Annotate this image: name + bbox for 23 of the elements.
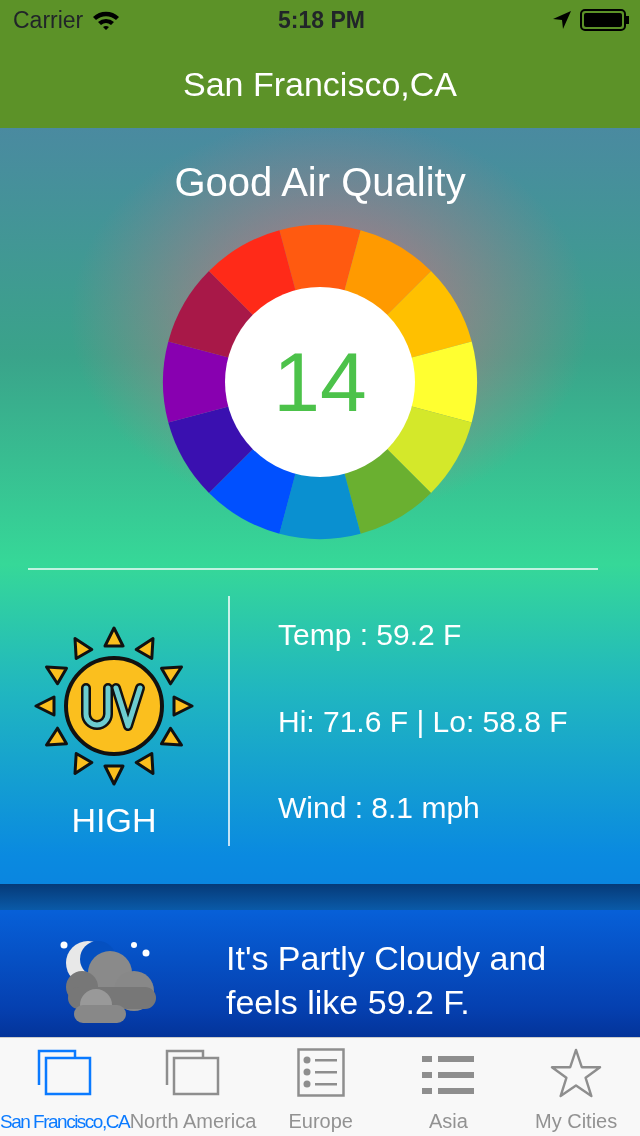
status-time: 5:18 PM bbox=[277, 5, 366, 35]
tab-item[interactable]: North America bbox=[129, 1038, 257, 1136]
nav-title: San Francisco,CA bbox=[183, 63, 457, 105]
tab-item[interactable]: Europe bbox=[256, 1038, 385, 1136]
weather-summary: It's Partly Cloudy and feels like 59.2 F. bbox=[226, 938, 548, 1023]
location-arrow-icon bbox=[552, 10, 572, 30]
air-quality-value: 14 bbox=[273, 340, 367, 424]
air-quality-title: Good Air Quality bbox=[174, 160, 466, 204]
weather-reading: Wind : 8.1 mph bbox=[277, 790, 481, 826]
windows-icon bbox=[165, 1048, 221, 1098]
uv-level-label: HIGH bbox=[71, 800, 157, 841]
battery-icon bbox=[580, 9, 630, 31]
uv-sun-icon bbox=[34, 626, 194, 786]
tab-item[interactable]: My Cities bbox=[512, 1038, 640, 1136]
checklist-icon bbox=[296, 1048, 345, 1098]
tab-item[interactable]: Asia bbox=[384, 1038, 513, 1136]
weather-reading: Temp : 59.2 F bbox=[277, 617, 463, 653]
star-icon bbox=[549, 1048, 604, 1098]
weather-reading: Hi: 71.6 F | Lo: 58.8 F bbox=[277, 703, 569, 740]
tab-item[interactable]: San Francisco,CA bbox=[0, 1038, 130, 1136]
windows-icon bbox=[36, 1048, 93, 1098]
wifi-icon bbox=[91, 9, 122, 31]
carrier-label: Carrier bbox=[13, 5, 84, 35]
